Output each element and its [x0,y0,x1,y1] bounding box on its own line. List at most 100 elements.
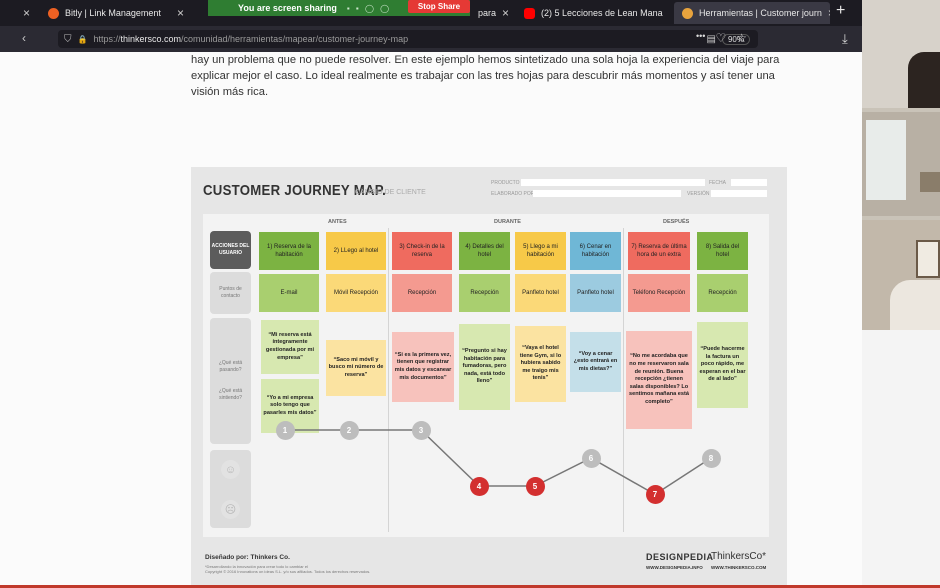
map-grid: ANTES DURANTE DESPUÉS ACCIONES DEL USUAR… [203,214,769,537]
thought-card: “No me acordaba que no me reservaron sal… [626,331,692,429]
action-card: 8) Salida del hotel [697,232,748,270]
new-tab-button[interactable]: + [836,2,845,20]
emotion-node: 8 [701,448,721,468]
action-card: 1) Reserva de la habitación [259,232,319,270]
url-prefix: https:// [93,34,121,44]
tab-label: (2) 5 Lecciones de Lean Mana [541,8,663,18]
field-elaborado [533,190,681,197]
row-label-pensamientos: ¿Qué está pasando? ¿Qué está sintiendo? [210,318,251,444]
touchpoint-card: Panfleto hotel [570,274,621,312]
touchpoint-card: Teléfono Recepción [628,274,690,312]
emotion-node: 3 [411,420,431,440]
field-fecha [731,179,767,186]
stop-share-button[interactable]: Stop Share [408,0,470,13]
thought-card: “Saco mi móvil y busco mi número de rese… [326,340,386,396]
background-picture [916,240,940,278]
download-icon[interactable]: ⤓ [842,31,848,47]
tab-label: Herramientas | Customer journ [699,8,822,18]
thinkersco-logo: ThinkersCo* [711,551,767,562]
tab-0[interactable]: × [0,2,38,24]
tab-label: Bitly | Link Management [65,8,161,18]
emotion-node: 7 [645,484,665,504]
touchpoint-card: Móvil Recepción [326,274,386,312]
row-label-puntos: Puntos de contacto [210,272,251,314]
webcam-panel [862,0,940,330]
credit-text: Diseñado por: Thinkers Co. [205,554,290,561]
tab-herramientas[interactable]: Herramientas | Customer journ × [674,2,830,24]
tab-close-icon[interactable]: × [23,6,30,20]
phase-durante: DURANTE [494,219,521,225]
back-icon[interactable]: ‹ [22,31,26,45]
bookmark-icon[interactable]: ☆ [736,31,747,45]
customer-journey-map: CUSTOMER JOURNEY MAP. CAMBIO DE CLIENTE … [191,167,787,587]
share-message: You are screen sharing [238,3,337,13]
more-icon[interactable]: ••• [696,31,705,45]
touchpoint-card: Recepción [697,274,748,312]
phase-divider [623,228,624,532]
row-label-pensado: ¿Qué está pasando? [218,360,243,373]
url-text[interactable]: https://thinkersco.com/comunidad/herrami… [93,34,408,44]
share-controls-icon[interactable]: ▪ ▪ ◯ ◯ [347,4,391,13]
phase-antes: ANTES [328,219,347,225]
thought-card: “Si es la primera vez, tienen que regist… [392,332,454,402]
tab-label: para [478,8,497,18]
shield-icon[interactable]: ⛉ [64,34,72,45]
background-window [866,120,906,200]
background-frame [920,172,940,192]
phase-despues: DESPUÉS [663,219,690,225]
url-bar[interactable]: ⛉ 🔒 https://thinkersco.com/comunidad/her… [58,30,758,48]
url-domain: thinkersco.com [120,34,182,44]
designpedia-logo: DESIGNPEDIA [646,552,714,562]
label-elaborado: ELABORADO POR [491,191,535,197]
phase-divider [388,228,389,532]
thought-card: “Vaya el hotel tiene Gym, si lo hubiera … [515,326,566,402]
article-paragraph: hay un problema que no puede resolver. E… [191,54,780,98]
action-card: 4) Detalles del hotel [459,232,510,270]
field-version [711,190,767,197]
emotion-node: 5 [525,476,545,496]
tab-close-icon[interactable]: × [828,6,830,20]
touchpoint-card: Recepción [459,274,510,312]
emotion-node: 4 [469,476,489,496]
action-card: 6) Cenar en habitación [570,232,621,270]
action-card: 3) Check-in de la reserva [392,232,452,270]
webcam-participant-1 [862,0,940,108]
webcam-participant-3 [862,220,940,330]
field-producto [521,179,705,186]
tab-youtube[interactable]: (2) 5 Lecciones de Lean Mana × [516,2,668,24]
touchpoint-card: Recepción [392,274,452,312]
article-content: hay un problema que no puede resolver. E… [0,52,862,588]
emotion-node: 1 [275,420,295,440]
pocket-icon[interactable]: ♡ [715,31,726,45]
youtube-favicon-icon [524,7,535,19]
tab-bitly[interactable]: Bitly | Link Management × [40,2,192,24]
emotion-line [285,429,712,496]
copyright-note: Copyright © 2016 Innovations on ideas S.… [205,569,371,574]
tab-close-icon[interactable]: × [502,6,509,20]
sad-face-icon: ☹ [221,500,240,519]
action-card: 2) LLego al hotel [326,232,386,270]
row-label-acciones: ACCIONES DEL USUARIO [210,231,251,269]
label-version: VERSIÓN [687,191,710,197]
map-subtitle: CAMBIO DE CLIENTE [355,189,426,196]
tab-close-icon[interactable]: × [177,6,184,20]
thought-card: “Voy a cenar ¿esto entrará en mis dietas… [570,332,621,392]
url-path: /comunidad/herramientas/mapear/customer-… [181,34,409,44]
label-producto: PRODUCTO [491,180,520,186]
participant-silhouette [908,52,940,108]
thought-card: “Puede hacerme la factura un poco rápido… [697,322,748,408]
emotion-node: 2 [339,420,359,440]
action-card: 5) Llego a mi habitación [515,232,566,270]
label-fecha: FECHA [709,180,726,186]
bitly-favicon-icon [48,7,59,19]
touchpoint-card: Panfleto hotel [515,274,566,312]
thought-card: “Mi reserva está íntegramente gestionada… [261,320,319,374]
happy-face-icon: ☺ [221,460,240,479]
webcam-participant-2 [862,112,940,216]
tab-3[interactable]: para × [470,2,510,24]
thought-card: “Pregunto si hay habitación para fumador… [459,324,510,410]
row-label-sentido: ¿Qué está sintiendo? [218,388,243,401]
nav-bar: ‹ ⛉ 🔒 https://thinkersco.com/comunidad/h… [0,26,862,52]
lock-icon[interactable]: 🔒 [78,35,88,44]
designpedia-url: WWW.DESIGNPEDIA.INFO [646,565,703,570]
